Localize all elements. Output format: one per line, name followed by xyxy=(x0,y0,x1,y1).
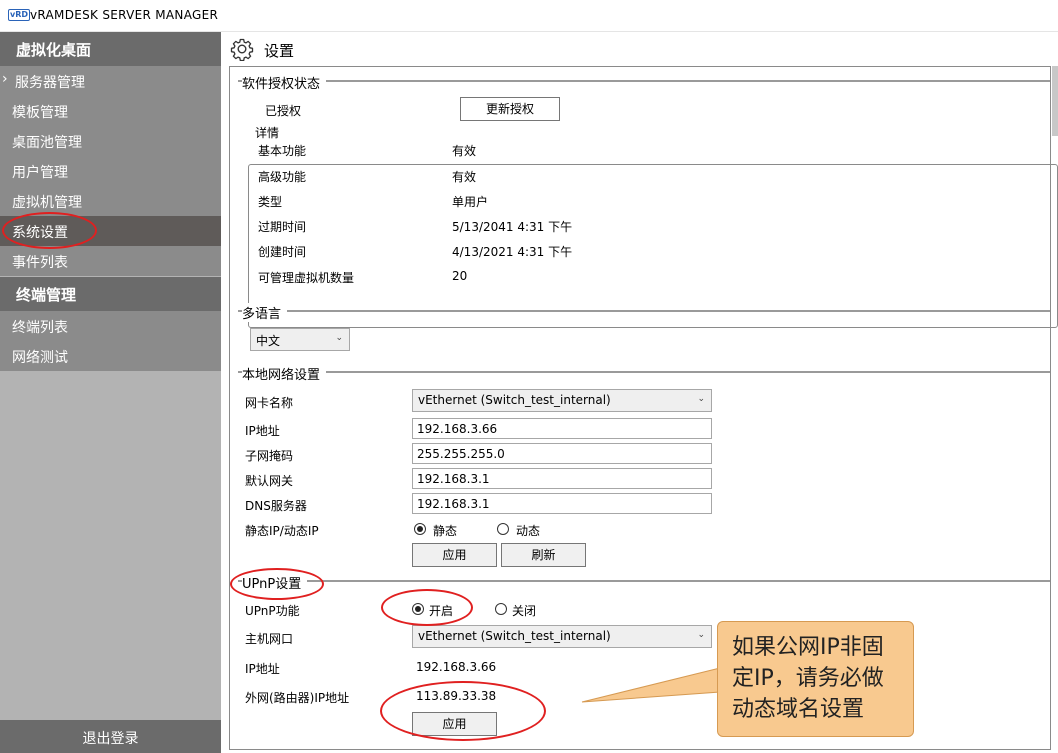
group-divider xyxy=(238,80,1050,82)
upnp-function-label: UPnP功能 xyxy=(245,604,300,618)
detail-label: 可管理虚拟机数量 xyxy=(258,271,355,285)
update-license-button[interactable]: 更新授权 xyxy=(460,97,560,121)
chevron-right-icon: › xyxy=(2,71,8,87)
ip-label: IP地址 xyxy=(245,424,280,438)
gear-icon xyxy=(230,38,254,61)
host-nic-select[interactable]: vEthernet (Switch_test_internal) ⌄ xyxy=(412,625,712,648)
sidebar-item-event-list[interactable]: 事件列表 xyxy=(0,246,221,276)
logout-button[interactable]: 退出登录 xyxy=(0,720,221,753)
upnp-apply-button[interactable]: 应用 xyxy=(412,712,497,736)
nic-select[interactable]: vEthernet (Switch_test_internal) ⌄ xyxy=(412,389,712,412)
detail-value: 单用户 xyxy=(452,195,489,209)
upnp-off-label: 关闭 xyxy=(512,604,537,618)
subnet-mask-label: 子网掩码 xyxy=(245,449,294,463)
license-group-title: 软件授权状态 xyxy=(242,73,327,92)
annotation-callout: 如果公网IP非固 定IP，请务必做 动态域名设置 xyxy=(717,621,914,737)
detail-value: 4/13/2021 4:31 下午 xyxy=(452,245,573,259)
sidebar-section-terminal: 终端管理 xyxy=(0,277,221,311)
detail-label: 基本功能 xyxy=(258,144,307,158)
host-nic-selected: vEthernet (Switch_test_internal) xyxy=(418,629,611,643)
sidebar: 虚拟化桌面 › 服务器管理 模板管理 桌面池管理 用户管理 虚拟机管理 系统设置… xyxy=(0,32,221,753)
network-apply-button[interactable]: 应用 xyxy=(412,543,497,567)
ip-mode-label: 静态IP/动态IP xyxy=(245,524,319,538)
gateway-label: 默认网关 xyxy=(245,474,294,488)
callout-line: 定IP，请务必做 xyxy=(732,666,884,691)
sidebar-item-system-settings[interactable]: 系统设置 xyxy=(0,216,221,246)
host-nic-label: 主机网口 xyxy=(245,632,294,646)
sidebar-item-network-test[interactable]: 网络测试 xyxy=(0,341,221,371)
upnp-off-radio[interactable] xyxy=(495,603,507,615)
wan-ip-value: 113.89.33.38 xyxy=(416,689,497,703)
dns-label: DNS服务器 xyxy=(245,499,307,513)
title-bar: vRD vRAMDESK SERVER MANAGER xyxy=(0,0,1058,32)
sidebar-item-user-management[interactable]: 用户管理 xyxy=(0,156,221,186)
ip-input[interactable] xyxy=(412,418,712,439)
wan-ip-label: 外网(路由器)IP地址 xyxy=(245,691,350,705)
group-divider xyxy=(238,310,1050,312)
license-details-title: 详情 xyxy=(255,124,286,141)
page-title: 设置 xyxy=(264,42,295,60)
settings-content: 软件授权状态 已授权 更新授权 详情 基本功能 有效 高级功能 有效 类型 单用… xyxy=(229,66,1058,750)
callout-line: 动态域名设置 xyxy=(732,697,865,722)
language-select[interactable]: 中文 ⌄ xyxy=(250,328,350,351)
upnp-on-radio[interactable] xyxy=(412,603,424,615)
callout-line: 如果公网IP非固 xyxy=(732,635,884,660)
license-details-box xyxy=(248,164,1058,328)
dns-input[interactable] xyxy=(412,493,712,514)
app-logo-icon: vRD xyxy=(8,9,31,21)
chevron-down-icon: ⌄ xyxy=(335,333,343,343)
sidebar-item-vm-management[interactable]: 虚拟机管理 xyxy=(0,186,221,216)
upnp-group-title: UPnP设置 xyxy=(242,573,308,592)
app-title: vRAMDESK SERVER MANAGER xyxy=(30,8,219,22)
subnet-mask-input[interactable] xyxy=(412,443,712,464)
upnp-ip-value: 192.168.3.66 xyxy=(416,660,497,674)
nic-label: 网卡名称 xyxy=(245,396,294,410)
detail-value: 20 xyxy=(452,269,468,283)
main-panel: 设置 软件授权状态 已授权 更新授权 详情 基本功能 有效 高级功能 有效 类型… xyxy=(222,32,1058,753)
page-header: 设置 xyxy=(222,32,1058,66)
license-status: 已授权 xyxy=(265,104,302,118)
scrollbar[interactable] xyxy=(1052,66,1058,136)
upnp-ip-label: IP地址 xyxy=(245,662,280,676)
chevron-down-icon: ⌄ xyxy=(697,630,705,640)
dynamic-ip-label: 动态 xyxy=(516,524,541,538)
static-ip-radio[interactable] xyxy=(414,523,426,535)
language-selected: 中文 xyxy=(256,334,281,348)
gateway-input[interactable] xyxy=(412,468,712,489)
language-group-title: 多语言 xyxy=(242,303,288,322)
sidebar-section-virtual-desktop: 虚拟化桌面 xyxy=(0,32,221,66)
network-refresh-button[interactable]: 刷新 xyxy=(501,543,586,567)
detail-value: 5/13/2041 4:31 下午 xyxy=(452,220,573,234)
detail-label: 创建时间 xyxy=(258,245,307,259)
detail-label: 过期时间 xyxy=(258,220,307,234)
sidebar-item-template-management[interactable]: 模板管理 xyxy=(0,96,221,126)
sidebar-item-terminal-list[interactable]: 终端列表 xyxy=(0,311,221,341)
sidebar-item-server-management[interactable]: › 服务器管理 xyxy=(0,66,221,96)
nic-selected: vEthernet (Switch_test_internal) xyxy=(418,393,611,407)
detail-label: 高级功能 xyxy=(258,170,307,184)
detail-label: 类型 xyxy=(258,195,283,209)
static-ip-label: 静态 xyxy=(433,524,458,538)
group-divider xyxy=(238,371,1050,373)
detail-value: 有效 xyxy=(452,170,477,184)
dynamic-ip-radio[interactable] xyxy=(497,523,509,535)
sidebar-item-label: 服务器管理 xyxy=(15,75,85,91)
chevron-down-icon: ⌄ xyxy=(697,394,705,404)
detail-value: 有效 xyxy=(452,144,477,158)
network-group-title: 本地网络设置 xyxy=(242,364,327,383)
upnp-on-label: 开启 xyxy=(429,604,454,618)
group-divider xyxy=(238,580,1050,582)
sidebar-item-desktop-pool[interactable]: 桌面池管理 xyxy=(0,126,221,156)
callout-pointer xyxy=(581,667,721,703)
